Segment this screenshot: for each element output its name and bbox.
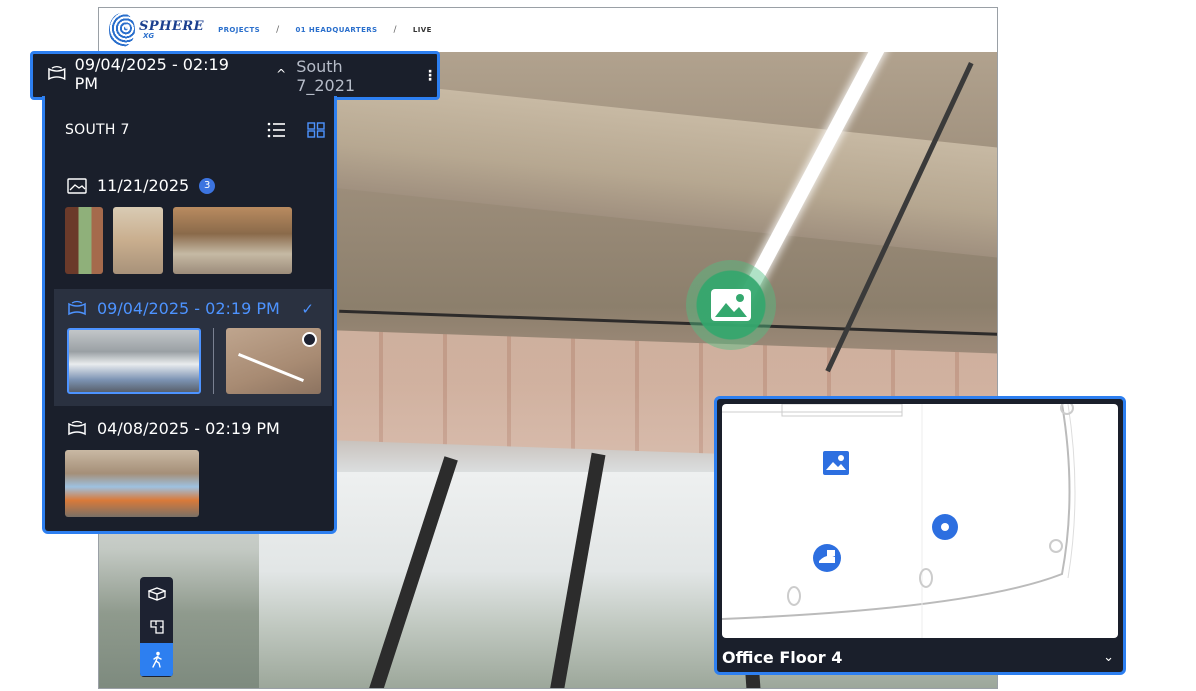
minimap-footer[interactable]: Office Floor 4 ⌄ xyxy=(722,643,1118,671)
walking-person-icon xyxy=(151,651,162,668)
dropdown-header: SOUTH 7 xyxy=(65,122,325,138)
floorplan-view-button[interactable] xyxy=(140,610,173,643)
walk-view-button[interactable] xyxy=(140,643,173,676)
floorplan-map[interactable] xyxy=(722,404,1118,638)
minimap-panel: Office Floor 4 ⌄ xyxy=(714,396,1126,675)
floorplan-icon xyxy=(149,619,164,634)
list-view-icon[interactable] xyxy=(267,122,285,138)
logo-sub-text: XG xyxy=(143,32,155,40)
capture-dropdown-panel: SOUTH 7 11/21/2025 3 09/04/2025 - 02:19 … xyxy=(42,96,337,534)
comment-icon xyxy=(302,332,317,347)
thumbnail-divider xyxy=(213,328,214,394)
capture-date: 09/04/2025 - 02:19 PM xyxy=(97,299,280,318)
breadcrumb-headquarters[interactable]: 01 HEADQUARTERS xyxy=(296,26,378,34)
panorama-thumbnail[interactable] xyxy=(65,450,199,517)
floorplan-drawing xyxy=(722,404,1076,638)
360-capture-icon xyxy=(48,65,66,80)
globe-logo-icon xyxy=(109,13,135,47)
chevron-up-icon: ^ xyxy=(276,66,287,81)
3d-view-button[interactable] xyxy=(140,577,173,610)
capture-group[interactable]: 04/08/2025 - 02:19 PM xyxy=(45,419,334,517)
top-bar: SPHERE XG PROJECTS / 01 HEADQUARTERS / L… xyxy=(99,8,997,52)
location-title: SOUTH 7 xyxy=(65,122,130,138)
breadcrumb-projects[interactable]: PROJECTS xyxy=(218,26,260,34)
photo-pin-icon[interactable] xyxy=(822,450,850,476)
capture-selector[interactable]: 09/04/2025 - 02:19 PM ^ South 7_2021 ⋮ xyxy=(30,51,440,101)
breadcrumb: PROJECTS / 01 HEADQUARTERS / LIVE xyxy=(218,25,432,35)
thumbnail-light-line xyxy=(237,352,305,383)
selected-capture-date: 09/04/2025 - 02:19 PM xyxy=(74,54,229,93)
capture-date-dropdown[interactable]: 09/04/2025 - 02:19 PM ^ xyxy=(47,51,287,101)
photo-thumbnail[interactable] xyxy=(65,207,103,274)
breadcrumb-live: LIVE xyxy=(412,26,432,34)
capture-group[interactable]: 11/21/2025 3 xyxy=(45,176,334,274)
photo-icon xyxy=(67,177,87,194)
360-pin-icon[interactable] xyxy=(812,543,842,573)
sphere-logo[interactable]: SPHERE XG xyxy=(109,13,204,47)
capture-name[interactable]: South 7_2021 xyxy=(296,57,405,95)
360-capture-icon xyxy=(68,300,86,315)
breadcrumb-separator: / xyxy=(276,25,280,35)
more-options-icon[interactable]: ⋮ xyxy=(423,68,437,84)
photo-thumbnail[interactable] xyxy=(226,328,321,394)
image-icon xyxy=(711,289,751,321)
grid-view-icon[interactable] xyxy=(307,122,325,138)
capture-date: 04/08/2025 - 02:19 PM xyxy=(97,419,280,438)
view-mode-toolbar xyxy=(140,577,173,677)
checkmark-icon: ✓ xyxy=(301,299,314,318)
current-position-pin[interactable] xyxy=(932,514,958,540)
floor-name: Office Floor 4 xyxy=(722,647,843,667)
capture-group-selected[interactable]: 09/04/2025 - 02:19 PM ✓ xyxy=(54,289,332,406)
photo-marker-button[interactable] xyxy=(686,260,776,350)
photo-thumbnail[interactable] xyxy=(173,207,292,274)
chevron-down-icon[interactable]: ⌄ xyxy=(1103,650,1114,665)
panorama-thumbnail[interactable] xyxy=(67,328,201,394)
3d-model-icon xyxy=(147,586,166,601)
photo-thumbnail[interactable] xyxy=(113,207,163,274)
capture-date: 11/21/2025 xyxy=(97,176,190,195)
360-capture-icon xyxy=(68,420,86,435)
photo-count-badge: 3 xyxy=(199,177,216,194)
breadcrumb-separator: / xyxy=(393,25,397,35)
